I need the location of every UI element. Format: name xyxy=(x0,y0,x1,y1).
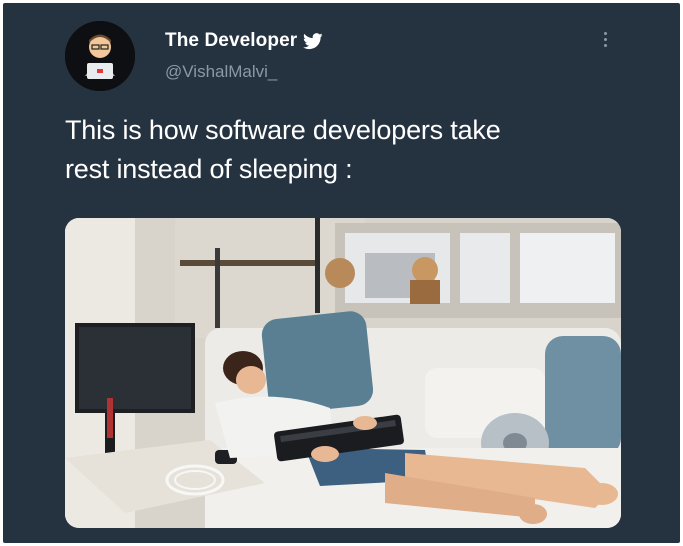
tweet-text-line-2: rest instead of sleeping : xyxy=(65,154,353,184)
display-name[interactable]: The Developer xyxy=(165,30,297,52)
photo-developer-on-couch xyxy=(65,218,621,528)
twitter-bird-icon xyxy=(303,32,323,50)
tweet-card: The Developer @VishalMalvi_ This is how … xyxy=(3,3,680,543)
author-row: The Developer xyxy=(165,30,323,52)
handle[interactable]: @VishalMalvi_ xyxy=(165,62,277,82)
tweet-text-line-1: This is how software developers take xyxy=(65,115,501,145)
avatar[interactable] xyxy=(65,21,135,91)
more-vertical-icon[interactable] xyxy=(598,29,612,53)
tweet-photo[interactable] xyxy=(65,218,621,528)
avatar-illustration xyxy=(65,21,135,91)
tweet-text: This is how software developers take res… xyxy=(65,111,645,189)
